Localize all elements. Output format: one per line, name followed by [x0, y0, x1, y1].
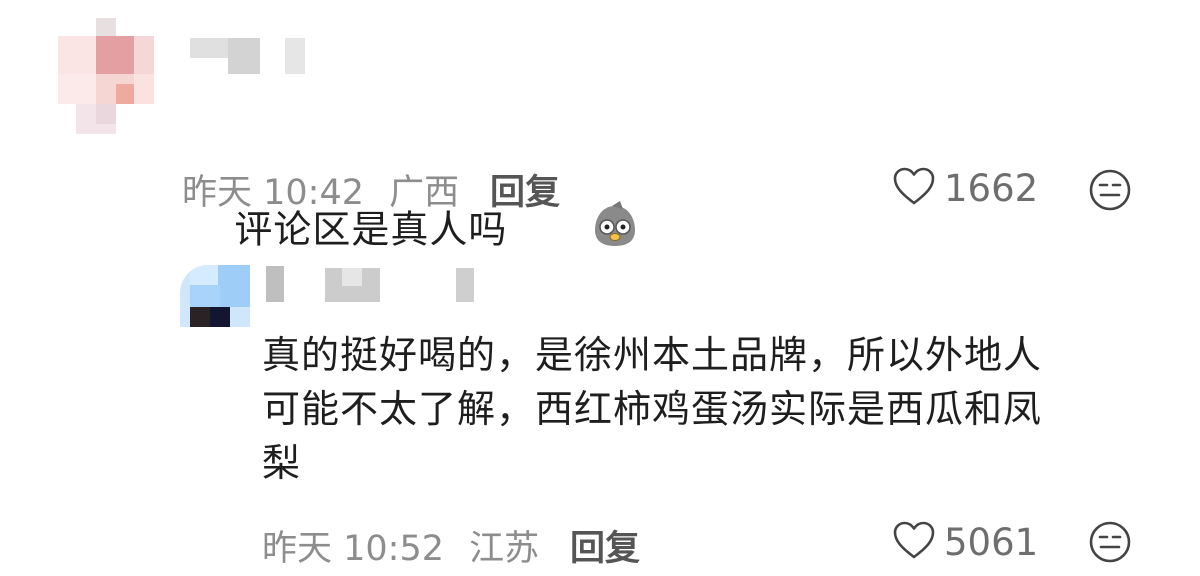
heart-outline-icon — [892, 166, 936, 210]
meh-face-icon[interactable] — [1088, 168, 1132, 216]
avatar[interactable] — [180, 265, 250, 327]
like-button[interactable]: 5061 — [892, 520, 1038, 564]
like-count: 1662 — [944, 166, 1039, 210]
comment-location: 广西 — [389, 173, 460, 213]
comment-location: 江苏 — [469, 529, 540, 569]
comment-time: 昨天 10:52 — [262, 529, 444, 569]
comment-text: 真的挺好喝的，是徐州本土品牌，所以外地人 可能不太了解，西红柿鸡蛋汤实际是西瓜和… — [262, 333, 1043, 485]
comment-time: 昨天 10:42 — [182, 173, 364, 213]
comment-meta: 昨天 10:52 江苏 — [262, 520, 539, 571]
reply-button[interactable]: 回复 — [490, 164, 560, 215]
meh-face-icon[interactable] — [1088, 520, 1132, 568]
comment-meta: 昨天 10:42 广西 — [182, 164, 459, 215]
like-count: 5061 — [944, 520, 1039, 564]
like-button[interactable]: 1662 — [892, 166, 1038, 210]
avatar[interactable] — [58, 18, 154, 134]
reply-button[interactable]: 回复 — [570, 520, 640, 571]
heart-outline-icon — [892, 520, 936, 564]
